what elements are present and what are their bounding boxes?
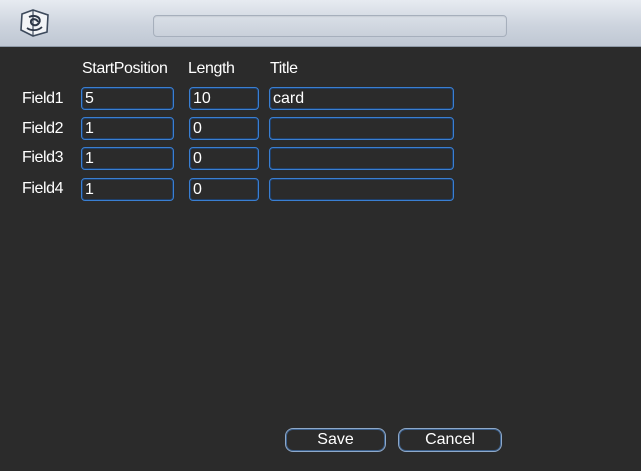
field3-length-input[interactable]: 0 (189, 147, 259, 170)
field2-start-position-input[interactable]: 1 (81, 117, 174, 140)
field4-length-input[interactable]: 0 (189, 178, 259, 201)
app-logo-icon (18, 8, 52, 38)
field-settings-dialog: StartPosition Length Title Field1 5 10 c… (0, 0, 641, 471)
column-header-length: Length (188, 60, 235, 77)
field1-title-input[interactable]: card (269, 87, 454, 110)
field2-title-input[interactable] (269, 117, 454, 140)
field1-length-input[interactable]: 10 (189, 87, 259, 110)
column-header-title: Title (270, 60, 298, 77)
cancel-button[interactable]: Cancel (398, 428, 502, 452)
row-label-field1: Field1 (22, 90, 64, 107)
field4-start-position-input[interactable]: 1 (81, 178, 174, 201)
title-display (153, 15, 507, 37)
save-button[interactable]: Save (285, 428, 386, 452)
field1-start-position-input[interactable]: 5 (81, 87, 174, 110)
field3-title-input[interactable] (269, 147, 454, 170)
field2-length-input[interactable]: 0 (189, 117, 259, 140)
column-header-start-position: StartPosition (82, 60, 168, 77)
field3-start-position-input[interactable]: 1 (81, 147, 174, 170)
row-label-field3: Field3 (22, 149, 64, 166)
title-bar (0, 0, 641, 47)
dialog-body: StartPosition Length Title Field1 5 10 c… (0, 47, 641, 471)
field4-title-input[interactable] (269, 178, 454, 201)
row-label-field4: Field4 (22, 180, 64, 197)
row-label-field2: Field2 (22, 120, 64, 137)
